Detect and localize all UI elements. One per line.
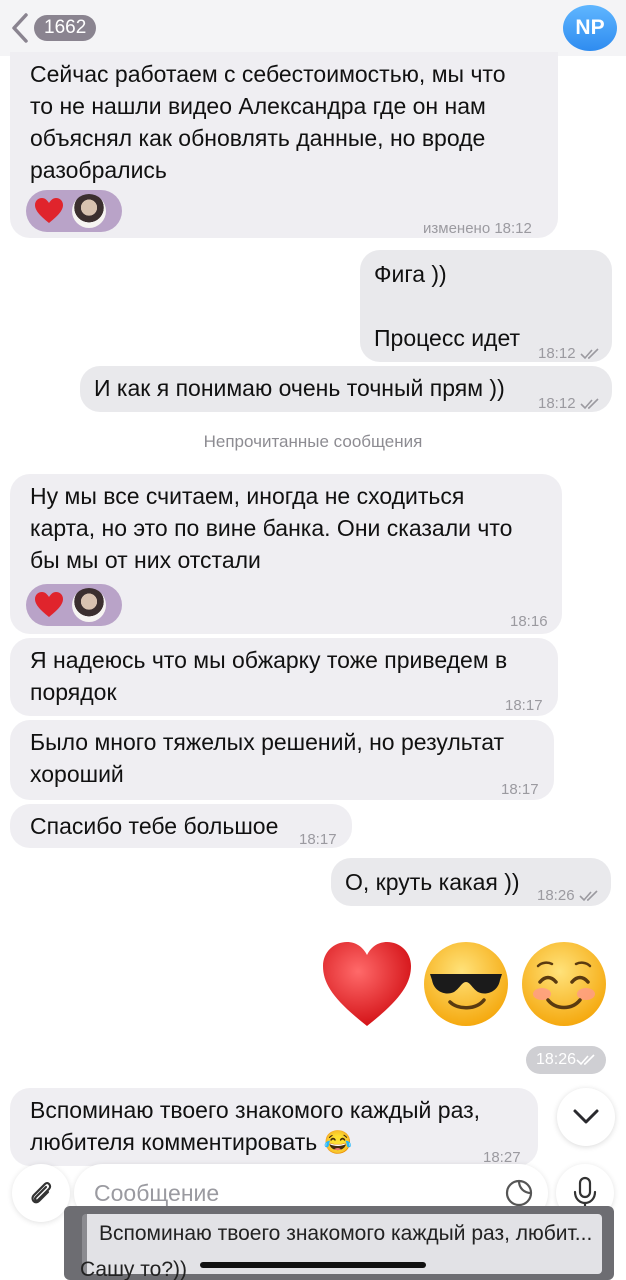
message-text-line: любителя комментировать 😂 xyxy=(30,1129,353,1155)
microphone-icon xyxy=(573,1176,597,1210)
paperclip-icon xyxy=(31,1182,52,1204)
message-bubble[interactable]: Я надеюсь что мы обжарку тоже приведем в… xyxy=(10,638,558,716)
emoji-message-time: 18:26 xyxy=(526,1046,606,1074)
sticker-icon[interactable] xyxy=(504,1178,534,1208)
message-text-line: Ну мы все считаем, иногда не сходиться xyxy=(30,483,465,509)
reactor-avatar xyxy=(72,588,106,622)
message-text-line: объяснял как обновлять данные, но вроде xyxy=(30,125,486,151)
heart-emoji[interactable] xyxy=(320,938,414,1030)
message-text-line: И как я понимаю очень точный прям )) xyxy=(94,375,505,401)
message-text-line: Было много тяжелых решений, но результат xyxy=(30,729,505,755)
reply-text: Сашу то?)) xyxy=(80,1258,187,1280)
reply-message-preview: Вспоминаю твоего знакомого каждый раз, л… xyxy=(64,1206,614,1280)
chat-header: 1662 NP xyxy=(0,0,626,56)
read-checkmarks-icon xyxy=(576,1054,595,1066)
home-indicator xyxy=(200,1262,426,1268)
heart-icon xyxy=(35,198,63,223)
message-text-line: Вспоминаю твоего знакомого каждый раз, xyxy=(30,1097,481,1123)
message-text-line: то не нашли видео Александра где он нам xyxy=(30,93,486,119)
message-text-line: хороший xyxy=(30,761,124,787)
message-text-line: Спасибо тебе большое xyxy=(30,813,279,839)
message-bubble[interactable]: Спасибо тебе большое 18:17 xyxy=(10,804,352,848)
message-text-line: Сейчас работаем с себестоимостью, мы что xyxy=(30,61,506,87)
reaction-badge[interactable] xyxy=(26,584,122,626)
back-button[interactable]: 1662 xyxy=(8,10,98,46)
message-text-line: бы мы от них отстали xyxy=(30,547,261,573)
message-bubble[interactable]: Вспоминаю твоего знакомого каждый раз, л… xyxy=(10,1088,538,1166)
chevron-down-icon xyxy=(573,1109,599,1124)
contact-avatar[interactable]: NP xyxy=(563,5,617,51)
unread-count-badge: 1662 xyxy=(34,15,97,41)
message-text-line: карта, но это по вине банка. Они сказали… xyxy=(30,515,513,541)
message-time: 18:26 xyxy=(537,880,599,912)
scroll-to-bottom-button[interactable] xyxy=(557,1088,615,1146)
message-time: изменено 18:12 xyxy=(423,220,532,237)
attach-button[interactable] xyxy=(12,1164,70,1222)
read-checkmarks-icon xyxy=(580,348,599,360)
read-checkmarks-icon xyxy=(579,890,598,902)
message-time: 18:17 xyxy=(299,831,337,848)
message-bubble[interactable]: И как я понимаю очень точный прям )) 18:… xyxy=(80,366,612,412)
smiling-face-emoji[interactable] xyxy=(518,938,610,1030)
sunglasses-emoji[interactable] xyxy=(420,938,512,1030)
unread-messages-divider: Непрочитанные сообщения xyxy=(203,432,423,451)
message-text-line: Фига )) xyxy=(374,261,447,287)
message-text-line: разобрались xyxy=(30,157,167,183)
message-text-line: Я надеюсь что мы обжарку тоже приведем в xyxy=(30,647,508,673)
message-time: 18:16 xyxy=(510,613,548,630)
message-text-line: О, круть какая )) xyxy=(345,869,520,895)
reactor-avatar xyxy=(72,194,106,228)
heart-icon xyxy=(35,592,63,617)
message-bubble[interactable]: О, круть какая )) 18:26 xyxy=(331,858,611,906)
message-bubble[interactable]: Ну мы все считаем, иногда не сходиться к… xyxy=(10,474,562,634)
message-text-line: Процесс идет xyxy=(374,325,521,351)
message-bubble[interactable]: Было много тяжелых решений, но результат… xyxy=(10,720,554,800)
message-bubble[interactable]: Сейчас работаем с себестоимостью, мы что… xyxy=(10,52,558,238)
message-time: 18:12 xyxy=(538,388,600,420)
message-text-line: порядок xyxy=(30,679,117,705)
message-time: 18:17 xyxy=(505,697,543,714)
read-checkmarks-icon xyxy=(580,398,599,410)
message-time: 18:17 xyxy=(501,781,539,798)
reaction-badge[interactable] xyxy=(26,190,122,232)
chevron-left-icon xyxy=(12,13,28,43)
message-bubble[interactable]: Фига )) Процесс идет 18:12 xyxy=(360,250,612,362)
